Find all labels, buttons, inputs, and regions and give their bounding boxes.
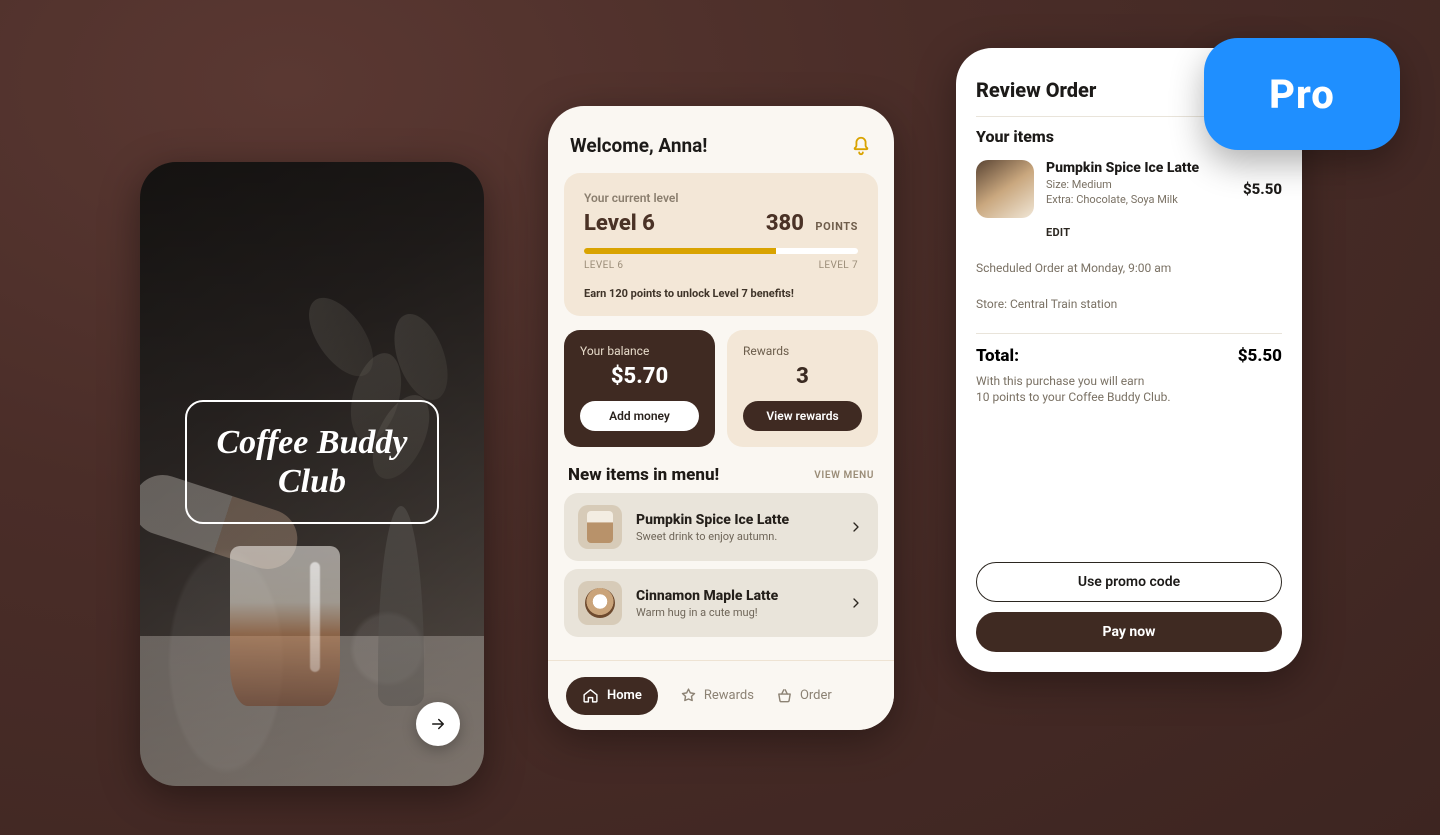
total-label: Total: xyxy=(976,346,1019,366)
chevron-right-icon xyxy=(848,519,864,535)
add-money-button[interactable]: Add money xyxy=(580,401,699,431)
divider xyxy=(976,333,1282,334)
earn-text-2: 10 points to your Coffee Buddy Club. xyxy=(976,390,1282,404)
menu-item[interactable]: Cinnamon Maple Latte Warm hug in a cute … xyxy=(564,569,878,637)
order-item-size: Size: Medium xyxy=(1046,178,1231,191)
bottom-nav: Home Rewards Order xyxy=(548,660,894,730)
new-items-title: New items in menu! xyxy=(568,465,719,485)
store-text: Store: Central Train station xyxy=(976,297,1282,311)
your-items-title: Your items xyxy=(976,127,1054,146)
splash-screen: Coffee Buddy Club xyxy=(140,162,484,786)
balance-card: Your balance $5.70 Add money xyxy=(564,330,715,447)
nav-rewards-label: Rewards xyxy=(704,688,754,703)
order-item-extra: Extra: Chocolate, Soya Milk xyxy=(1046,193,1231,206)
pay-now-button[interactable]: Pay now xyxy=(976,612,1282,652)
menu-item-sub: Warm hug in a cute mug! xyxy=(636,606,778,619)
promo-code-button[interactable]: Use promo code xyxy=(976,562,1282,602)
balance-label: Your balance xyxy=(580,344,699,358)
pro-badge: Pro xyxy=(1204,38,1400,150)
bell-icon xyxy=(850,135,872,157)
nav-order-label: Order xyxy=(800,688,832,703)
rewards-value: 3 xyxy=(743,364,862,389)
next-button[interactable] xyxy=(416,702,460,746)
chevron-right-icon xyxy=(848,595,864,611)
star-icon xyxy=(680,687,697,704)
scheduled-text: Scheduled Order at Monday, 9:00 am xyxy=(976,261,1282,275)
menu-item-thumb xyxy=(578,505,622,549)
arrow-right-icon xyxy=(429,715,447,733)
app-title: Coffee Buddy Club xyxy=(205,423,419,501)
edit-item-link[interactable]: EDIT xyxy=(1046,226,1282,239)
menu-item-name: Cinnamon Maple Latte xyxy=(636,588,778,604)
menu-item[interactable]: Pumpkin Spice Ice Latte Sweet drink to e… xyxy=(564,493,878,561)
points-number: 380 xyxy=(766,211,804,236)
order-item-name: Pumpkin Spice Ice Latte xyxy=(1046,160,1231,176)
pro-badge-label: Pro xyxy=(1269,71,1335,118)
order-item: Pumpkin Spice Ice Latte Size: Medium Ext… xyxy=(976,160,1282,218)
nav-home-label: Home xyxy=(607,688,642,703)
menu-item-sub: Sweet drink to enjoy autumn. xyxy=(636,530,789,543)
welcome-text: Welcome, Anna! xyxy=(570,134,707,157)
rewards-label: Rewards xyxy=(743,344,862,358)
balance-value: $5.70 xyxy=(580,364,699,389)
points-unit: POINTS xyxy=(815,220,858,233)
splash-title-box: Coffee Buddy Club xyxy=(185,400,439,524)
level-card: Your current level Level 6 380 POINTS LE… xyxy=(564,173,878,316)
points-value: 380 POINTS xyxy=(766,211,858,236)
view-menu-link[interactable]: VIEW MENU xyxy=(814,470,874,481)
home-icon xyxy=(582,687,599,704)
level-progress xyxy=(584,248,858,254)
nav-home[interactable]: Home xyxy=(566,677,658,715)
level-label: Your current level xyxy=(584,191,858,205)
level-range-to: LEVEL 7 xyxy=(819,260,858,271)
level-hint: Earn 120 points to unlock Level 7 benefi… xyxy=(584,287,858,300)
notifications-button[interactable] xyxy=(850,135,872,157)
menu-item-thumb xyxy=(578,581,622,625)
nav-order[interactable]: Order xyxy=(776,687,832,704)
level-range-from: LEVEL 6 xyxy=(584,260,623,271)
order-item-price: $5.50 xyxy=(1243,180,1282,198)
order-item-thumb xyxy=(976,160,1034,218)
earn-text-1: With this purchase you will earn xyxy=(976,374,1282,388)
total-value: $5.50 xyxy=(1238,346,1282,366)
rewards-card: Rewards 3 View rewards xyxy=(727,330,878,447)
view-rewards-button[interactable]: View rewards xyxy=(743,401,862,431)
basket-icon xyxy=(776,687,793,704)
level-value: Level 6 xyxy=(584,211,655,236)
nav-rewards[interactable]: Rewards xyxy=(680,687,754,704)
home-screen: Welcome, Anna! Your current level Level … xyxy=(548,106,894,730)
menu-item-name: Pumpkin Spice Ice Latte xyxy=(636,512,789,528)
